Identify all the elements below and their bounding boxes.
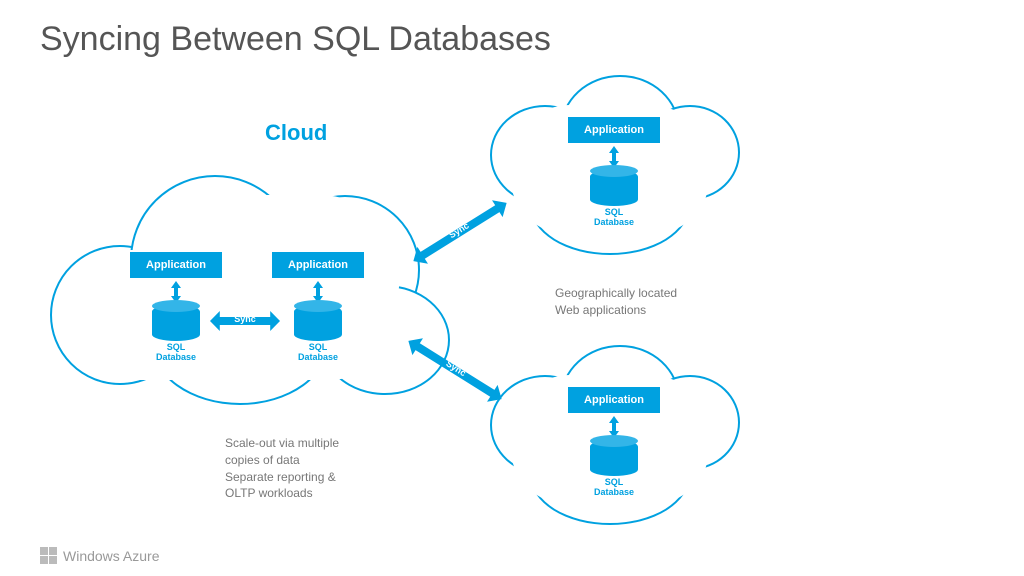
application-box: Application <box>568 387 660 413</box>
application-box: Application <box>130 252 222 278</box>
database-icon: SQLDatabase <box>587 440 641 498</box>
cloud-heading: Cloud <box>265 120 327 146</box>
footer-brand-text: Windows Azure <box>63 548 159 564</box>
slide-title: Syncing Between SQL Databases <box>40 20 551 59</box>
application-box: Application <box>568 117 660 143</box>
database-icon: SQLDatabase <box>291 305 345 363</box>
application-box: Application <box>272 252 364 278</box>
windows-logo-icon <box>40 547 57 564</box>
caption-geographic: Geographically located Web applications <box>555 285 677 319</box>
database-icon: SQLDatabase <box>149 305 203 363</box>
footer-brand: Windows Azure <box>40 547 159 564</box>
database-icon: SQLDatabase <box>587 170 641 228</box>
caption-scaleout: Scale-out via multiple copies of data Se… <box>225 435 339 502</box>
main-cloud <box>60 155 460 405</box>
